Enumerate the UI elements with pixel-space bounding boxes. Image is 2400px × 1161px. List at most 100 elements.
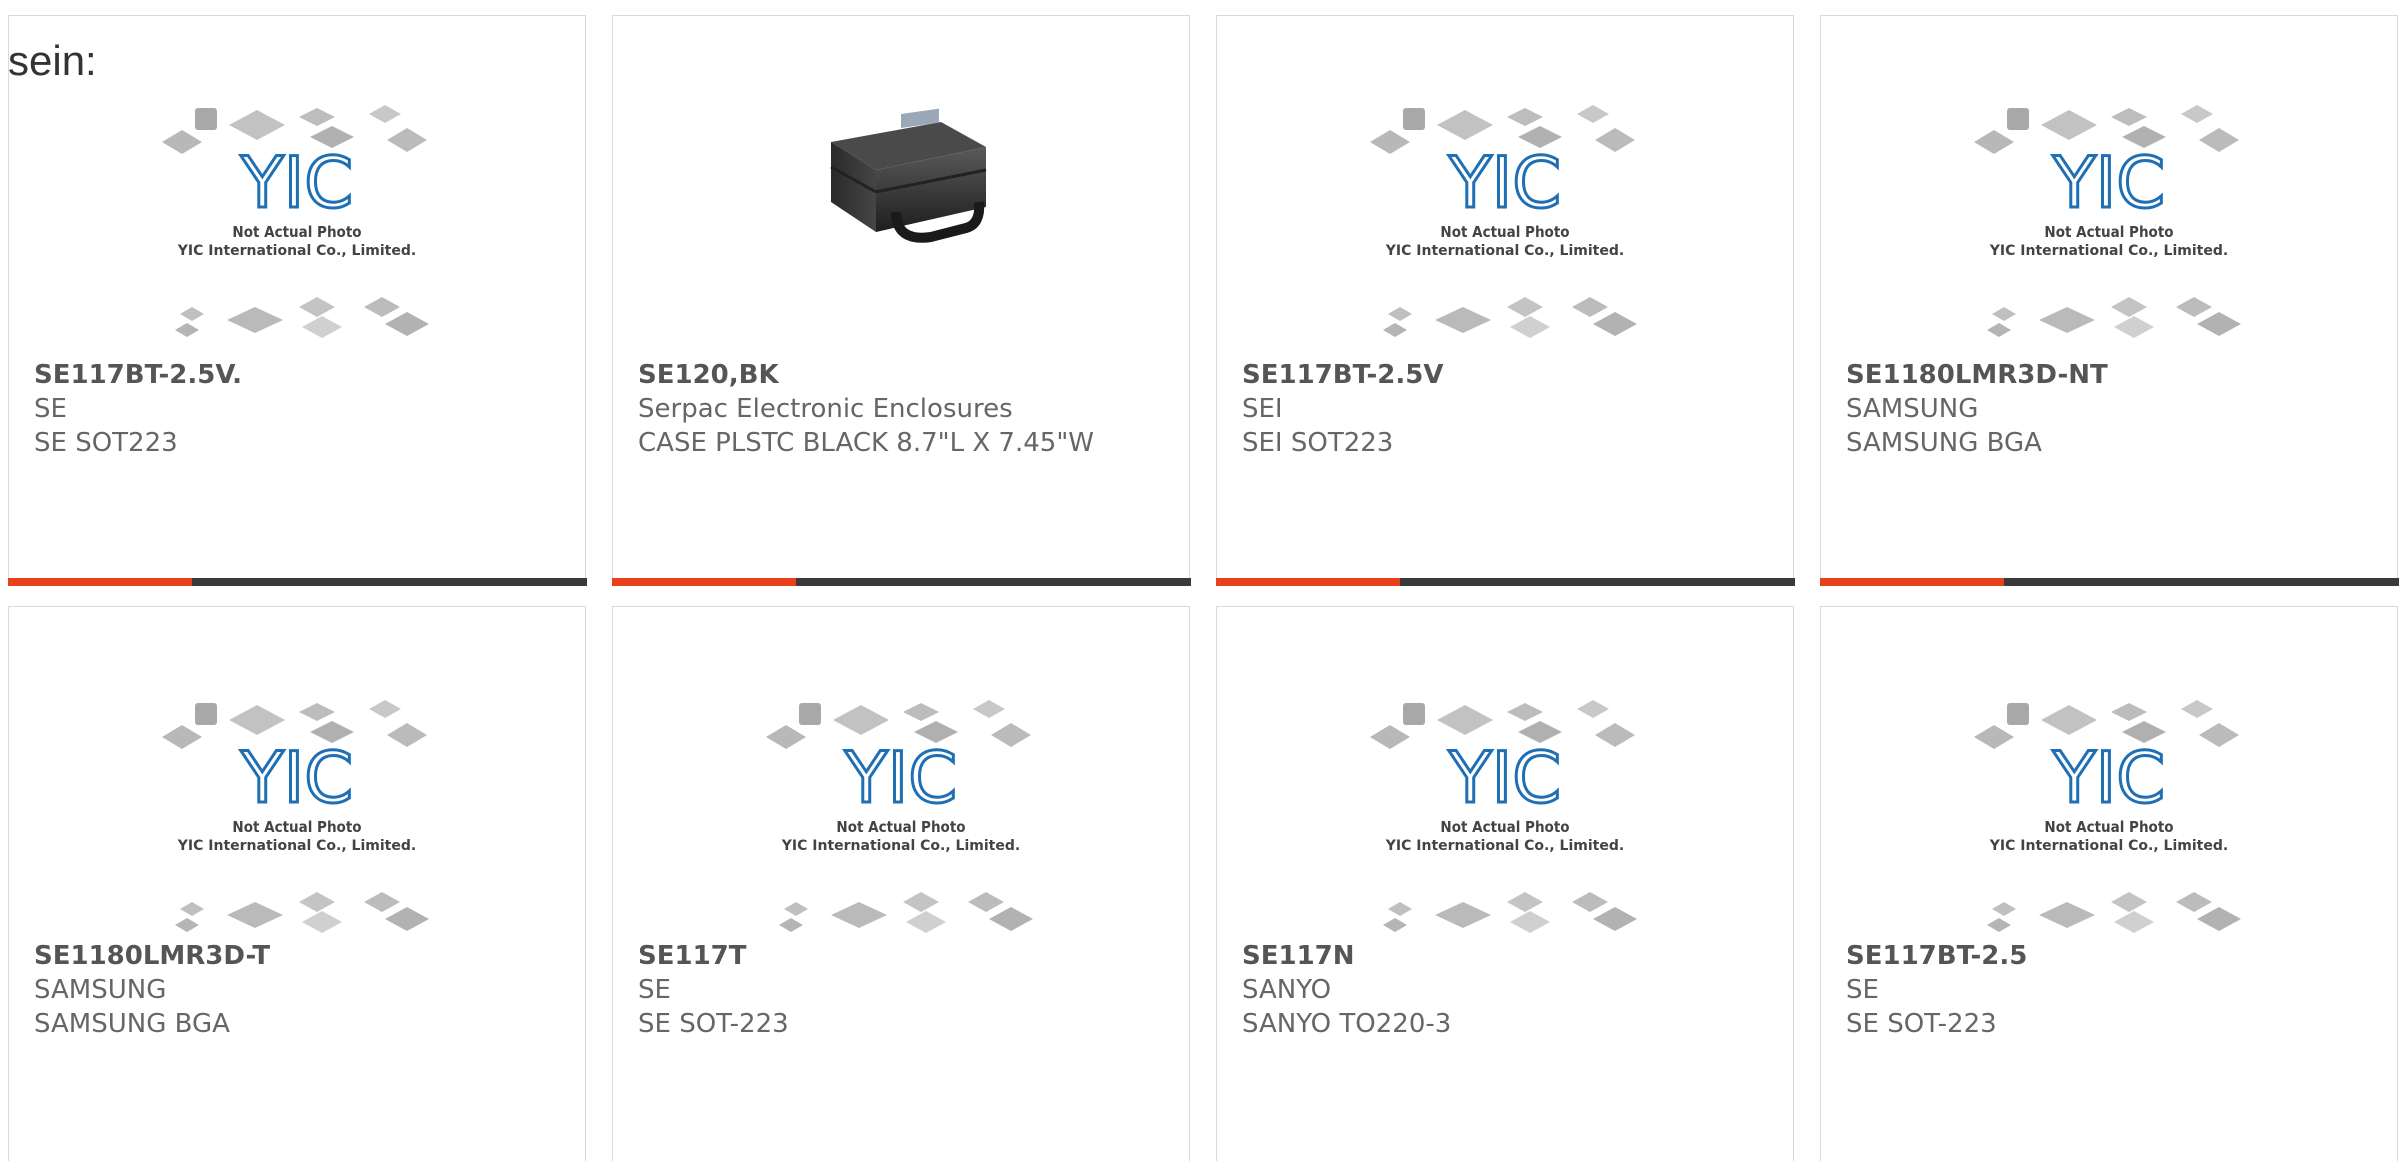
product-photo[interactable] <box>613 102 1189 352</box>
card-bottom-bar <box>7 577 587 586</box>
chip-shape <box>1388 902 1412 916</box>
company-caption: YIC International Co., Limited. <box>177 243 416 259</box>
chip-shape <box>903 703 939 721</box>
description-label: SAMSUNG BGA <box>34 1009 230 1039</box>
card-bottom-bar <box>1819 577 2399 586</box>
not-actual-photo-icon: YICNot Actual Photo YIC International Co.… <box>162 700 429 933</box>
not-actual-photo-caption: Not Actual Photo <box>232 818 361 836</box>
chip-shape <box>1572 297 1608 317</box>
chip-shape <box>299 297 335 317</box>
chip-shape <box>784 902 808 916</box>
intro-text: sein: <box>8 37 97 84</box>
yic-logo-icon: YIC <box>1448 142 1561 224</box>
placeholder-image[interactable]: YIC Not Actual Photo YIC International Co.… <box>1821 697 2397 947</box>
chip-shape <box>903 892 939 912</box>
placeholder-image[interactable]: YIC Not Actual Photo YIC International Co.… <box>9 102 585 352</box>
chip-shape <box>1974 725 2014 749</box>
chip-shape <box>991 723 1031 747</box>
placeholder-image[interactable]: YIC Not Actual Photo YIC International Co.… <box>9 697 585 947</box>
chip-shape <box>1992 902 2016 916</box>
part-number-link[interactable]: SE1180LMR3D-T <box>34 939 565 973</box>
product-info: SE120,BK Serpac Electronic Enclosures CA… <box>638 358 1169 460</box>
chip-shape <box>1572 892 1608 912</box>
part-number-link[interactable]: SE117T <box>638 939 1169 973</box>
chip-shape <box>831 902 887 928</box>
product-card[interactable]: YIC Not Actual Photo YIC International Co.… <box>612 606 1190 1161</box>
chip-shape <box>364 297 400 317</box>
chip-shape <box>385 907 429 931</box>
chip-shape <box>385 312 429 336</box>
yic-logo-icon: YIC <box>2052 737 2165 819</box>
product-info: SE117BT-2.5 SE SE SOT-223 <box>1846 939 2377 1041</box>
placeholder-image[interactable]: YIC Not Actual Photo YIC International Co.… <box>1217 102 1793 352</box>
card-accent-bar <box>611 577 796 586</box>
chip-shape <box>1370 725 1410 749</box>
not-actual-photo-caption: Not Actual Photo <box>836 818 965 836</box>
chip-shape <box>1595 723 1635 747</box>
product-card[interactable]: YIC Not Actual Photo YIC International Co.… <box>1819 15 2399 586</box>
part-number-link[interactable]: SE1180LMR3D-NT <box>1846 358 2377 392</box>
chip-shape <box>1593 907 1637 931</box>
chip-shape <box>1507 108 1543 126</box>
chip-shape <box>906 911 946 933</box>
product-card[interactable]: SE120,BK Serpac Electronic Enclosures CA… <box>611 15 1191 586</box>
company-caption: YIC International Co., Limited. <box>781 838 1020 854</box>
part-number-link[interactable]: SE117BT-2.5 <box>1846 939 2377 973</box>
chip-shape <box>2041 705 2097 735</box>
product-card[interactable]: YIC Not Actual Photo YIC International Co.… <box>1215 15 1795 586</box>
chip-shape <box>195 108 217 130</box>
placeholder-image[interactable]: YIC Not Actual Photo YIC International Co.… <box>1217 697 1793 947</box>
description-label: SE SOT223 <box>34 428 178 458</box>
description-label: SE SOT-223 <box>1846 1009 1997 1039</box>
chip-shape <box>162 725 202 749</box>
not-actual-photo-icon: YICNot Actual Photo YIC International Co.… <box>1370 105 1637 338</box>
product-card[interactable]: YIC Not Actual Photo YIC International Co.… <box>1216 606 1794 1161</box>
part-number-link[interactable]: SE117BT-2.5V <box>1242 358 1773 392</box>
chip-shape <box>299 108 335 126</box>
placeholder-image[interactable]: YIC Not Actual Photo YIC International Co.… <box>613 697 1189 947</box>
chip-shape <box>180 902 204 916</box>
chip-shape <box>1987 918 2011 932</box>
chip-shape <box>2181 700 2213 718</box>
chip-shape <box>2181 105 2213 123</box>
yic-logo-icon: YIC <box>240 142 353 224</box>
chip-shape <box>1974 130 2014 154</box>
chip-shape <box>302 911 342 933</box>
chip-shape <box>1507 703 1543 721</box>
part-number-link[interactable]: SE117BT-2.5V. <box>34 358 565 392</box>
product-card[interactable]: YIC Not Actual Photo YIC International Co.… <box>1820 606 2398 1161</box>
not-actual-photo-caption: Not Actual Photo <box>2044 223 2173 241</box>
chip-shape <box>175 323 199 337</box>
chip-shape <box>968 892 1004 912</box>
chip-shape <box>1435 902 1491 928</box>
chip-shape <box>2176 892 2212 912</box>
yic-logo-icon: YIC <box>240 737 353 819</box>
chip-shape <box>989 907 1033 931</box>
chip-shape <box>299 892 335 912</box>
product-info: SE117BT-2.5V. SE SE SOT223 <box>34 358 565 460</box>
chip-shape <box>302 316 342 338</box>
product-card[interactable]: YIC Not Actual Photo YIC International Co.… <box>7 15 587 586</box>
not-actual-photo-icon: YICNot Actual Photo YIC International Co.… <box>1974 105 2241 338</box>
placeholder-image[interactable]: YIC Not Actual Photo YIC International Co.… <box>1821 102 2397 352</box>
part-number-link[interactable]: SE120,BK <box>638 358 1169 392</box>
chip-shape <box>2039 307 2095 333</box>
chip-shape <box>1577 700 1609 718</box>
card-accent-bar <box>7 577 192 586</box>
brand-label: SE <box>1846 975 1879 1005</box>
chip-shape <box>1370 130 1410 154</box>
chip-shape <box>369 700 401 718</box>
chip-shape <box>2197 907 2241 931</box>
description-label: SAMSUNG BGA <box>1846 428 2042 458</box>
chip-shape <box>175 918 199 932</box>
chip-shape <box>227 902 283 928</box>
chip-shape <box>1383 918 1407 932</box>
chip-shape <box>2114 911 2154 933</box>
brand-label: SE <box>638 975 671 1005</box>
chip-shape <box>1577 105 1609 123</box>
chip-shape <box>364 892 400 912</box>
company-caption: YIC International Co., Limited. <box>177 838 416 854</box>
card-accent-bar <box>1819 577 2004 586</box>
part-number-link[interactable]: SE117N <box>1242 939 1773 973</box>
product-card[interactable]: YIC Not Actual Photo YIC International Co.… <box>8 606 586 1161</box>
